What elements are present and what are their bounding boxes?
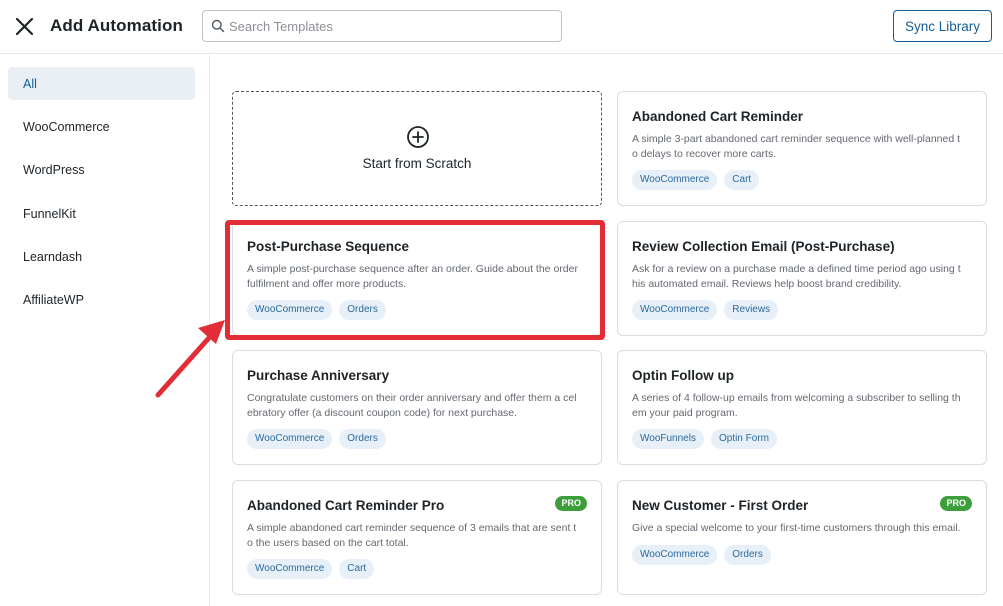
description-line: em your paid program. [632,407,738,419]
tag: Orders [724,545,771,565]
template-title: New Customer - First Order [632,498,809,513]
scratch-label: Start from Scratch [362,156,472,171]
description-line: A simple abandoned cart reminder sequenc… [247,522,577,534]
template-description: Congratulate customers on their order an… [247,391,589,421]
sidebar-item-funnelkit[interactable]: FunnelKit [8,197,195,230]
tag: WooCommerce [632,170,718,190]
tag-list: WooCommerce Cart [632,170,760,190]
tag: WooCommerce [632,545,718,565]
template-title: Review Collection Email (Post-Purchase) [632,239,895,254]
sidebar-item-wordpress[interactable]: WordPress [8,153,195,186]
tag: WooCommerce [247,300,333,320]
description-line: his automated email. Reviews help boost … [632,278,902,290]
template-title: Purchase Anniversary [247,368,390,383]
template-card-review-collection-email[interactable]: Review Collection Email (Post-Purchase) … [617,221,987,336]
description-line: fulfilment and offer more products. [247,278,407,290]
description-line: A simple post-purchase sequence after an… [247,263,578,275]
tag-list: WooFunnels Optin Form [632,429,777,449]
template-card-abandoned-cart-reminder[interactable]: Abandoned Cart Reminder A simple 3-part … [617,91,987,206]
header: Add Automation Sync Library [0,0,1003,54]
template-description: A simple abandoned cart reminder sequenc… [247,521,589,551]
tag: WooCommerce [247,429,333,449]
template-title: Abandoned Cart Reminder [632,109,804,124]
search-icon [211,19,225,33]
sidebar-item-all[interactable]: All [8,67,195,100]
tag-list: WooCommerce Reviews [632,300,779,320]
tag-list: WooCommerce Orders [247,429,386,449]
sidebar: All WooCommerce WordPress FunnelKit Lear… [0,55,210,606]
plus-circle-icon [406,125,430,149]
tag-list: WooCommerce Orders [247,300,386,320]
template-description: Give a special welcome to your first-tim… [632,521,974,536]
description-line: Give a special welcome to your first-tim… [632,522,961,534]
tag-list: WooCommerce Cart [247,559,375,579]
tag: Orders [339,429,386,449]
tag: WooCommerce [247,559,333,579]
sidebar-item-affiliatewp[interactable]: AffiliateWP [8,283,195,316]
template-description: A series of 4 follow-up emails from welc… [632,391,974,421]
template-card-purchase-anniversary[interactable]: Purchase Anniversary Congratulate custom… [232,350,602,465]
description-line: A series of 4 follow-up emails from welc… [632,392,961,404]
template-description: A simple post-purchase sequence after an… [247,262,589,292]
start-from-scratch-card[interactable]: Start from Scratch [232,91,602,206]
template-title: Post-Purchase Sequence [247,239,410,254]
description-line: ebratory offer (a discount coupon code) … [247,407,518,419]
sidebar-item-learndash[interactable]: Learndash [8,240,195,273]
description-line: o delays to recover more carts. [632,148,777,160]
pro-badge: PRO [940,496,972,511]
close-icon[interactable] [12,14,38,40]
sidebar-item-woocommerce[interactable]: WooCommerce [8,110,195,143]
template-card-abandoned-cart-reminder-pro[interactable]: Abandoned Cart Reminder Pro PRO A simple… [232,480,602,595]
page-title: Add Automation [50,16,183,35]
template-card-optin-follow-up[interactable]: Optin Follow up A series of 4 follow-up … [617,350,987,465]
search-input[interactable] [229,12,557,40]
tag-list: WooCommerce Orders [632,545,771,565]
tag: WooCommerce [632,300,718,320]
description-line: A simple 3-part abandoned cart reminder … [632,133,961,145]
tag: Optin Form [710,429,777,449]
tag: Orders [339,300,386,320]
description-line: o the users based on the cart total. [247,537,409,549]
template-description: Ask for a review on a purchase made a de… [632,262,974,292]
tag: WooFunnels [632,429,704,449]
search-box[interactable] [202,10,562,42]
tag: Reviews [724,300,779,320]
tag: Cart [724,170,760,190]
template-card-post-purchase-sequence[interactable]: Post-Purchase Sequence A simple post-pur… [232,221,602,336]
template-description: A simple 3-part abandoned cart reminder … [632,132,974,162]
template-card-new-customer-first-order[interactable]: New Customer - First Order PRO Give a sp… [617,480,987,595]
description-line: Ask for a review on a purchase made a de… [632,263,961,275]
pro-badge: PRO [555,496,587,511]
tag: Cart [339,559,375,579]
description-line: Congratulate customers on their order an… [247,392,577,404]
template-title: Abandoned Cart Reminder Pro [247,498,445,513]
sync-library-button[interactable]: Sync Library [893,10,992,42]
template-title: Optin Follow up [632,368,734,383]
